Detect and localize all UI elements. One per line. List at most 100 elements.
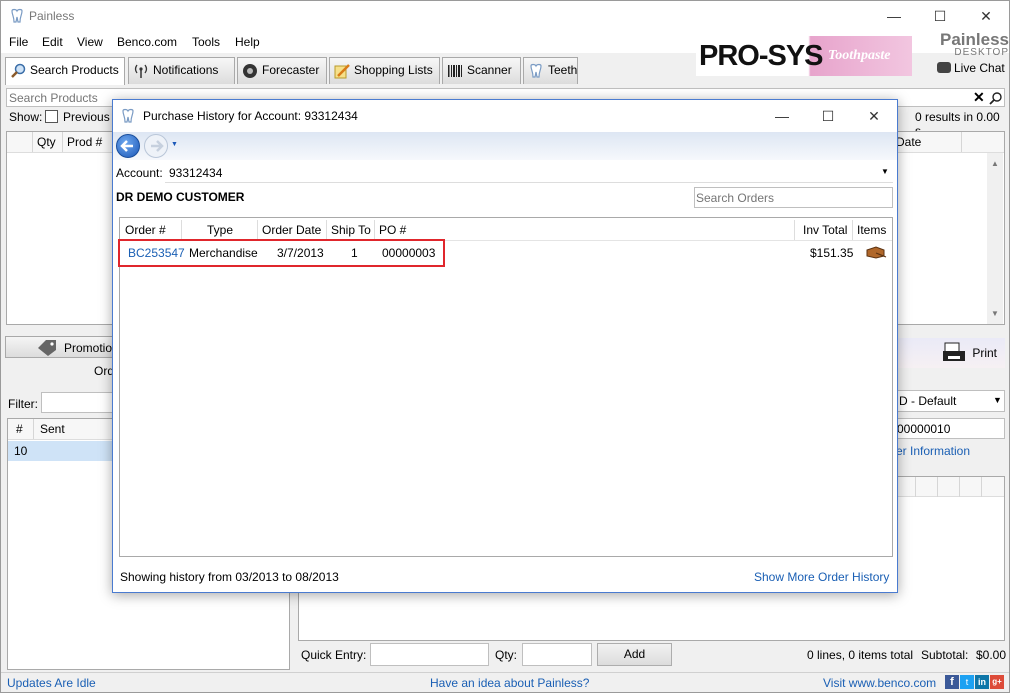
dialog-nav-bar: ▼ bbox=[113, 132, 897, 160]
tab-shopping-lists[interactable]: Shopping Lists bbox=[329, 57, 440, 84]
maximize-button[interactable]: ☐ bbox=[917, 1, 963, 31]
highlight-box bbox=[118, 239, 445, 267]
header-col bbox=[916, 477, 938, 497]
tag-icon bbox=[38, 340, 56, 356]
minimize-button[interactable]: — bbox=[871, 1, 917, 31]
pencil-list-icon bbox=[334, 64, 350, 79]
tab-promotions[interactable]: Promotio bbox=[5, 336, 125, 358]
qty-input[interactable] bbox=[522, 643, 592, 666]
header-col bbox=[938, 477, 960, 497]
menu-tools[interactable]: Tools bbox=[192, 35, 220, 49]
barcode-icon bbox=[448, 65, 462, 77]
tab-notifications[interactable]: Notifications bbox=[128, 57, 235, 84]
header-col bbox=[960, 477, 982, 497]
tooth-app-icon bbox=[11, 8, 23, 23]
header-ship-to[interactable]: Ship To bbox=[327, 220, 375, 240]
subtotal-label: Subtotal: bbox=[921, 648, 969, 662]
quick-entry-input[interactable] bbox=[370, 643, 489, 666]
tab-label: Forecaster bbox=[262, 63, 320, 77]
previous-checkbox[interactable] bbox=[45, 110, 58, 123]
dialog-maximize-button[interactable]: ☐ bbox=[805, 101, 851, 131]
header-po[interactable]: PO # bbox=[375, 220, 795, 240]
header-blank bbox=[7, 132, 33, 152]
row-num: 10 bbox=[14, 444, 28, 458]
menu-view[interactable]: View bbox=[77, 35, 103, 49]
search-orders-field[interactable] bbox=[694, 187, 893, 208]
qty-label: Qty: bbox=[495, 648, 518, 662]
header-inv-total[interactable]: Inv Total bbox=[795, 220, 853, 240]
products-scrollbar[interactable]: ▲ ▼ bbox=[987, 153, 1003, 324]
menu-edit[interactable]: Edit bbox=[42, 35, 63, 49]
account-value: 93312434 bbox=[169, 166, 223, 180]
dialog-title: Purchase History for Account: 93312434 bbox=[143, 109, 358, 123]
close-button[interactable]: ✕ bbox=[963, 1, 1009, 31]
account-select[interactable]: 93312434 ▼ bbox=[165, 161, 893, 183]
menu-file[interactable]: File bbox=[9, 35, 28, 49]
tab-label: Notifications bbox=[153, 63, 219, 77]
show-more-history-link[interactable]: Show More Order History bbox=[754, 570, 889, 584]
tab-teeth[interactable]: Teeth bbox=[523, 57, 578, 84]
logo-line2: DESKTOP bbox=[954, 47, 1009, 58]
header-num[interactable]: # bbox=[8, 419, 34, 439]
dialog-close-button[interactable]: ✕ bbox=[851, 101, 897, 131]
antenna-icon bbox=[134, 64, 148, 78]
show-label: Show: bbox=[9, 110, 43, 124]
idea-link[interactable]: Have an idea about Painless? bbox=[430, 676, 589, 690]
tab-label: Shopping Lists bbox=[354, 63, 433, 77]
header-date[interactable]: Date bbox=[892, 132, 962, 152]
box-icon[interactable] bbox=[864, 244, 888, 260]
tab-label: Search Products bbox=[30, 63, 119, 77]
app-title: Painless bbox=[29, 9, 75, 23]
back-button[interactable] bbox=[116, 134, 140, 158]
header-sent[interactable]: Sent bbox=[34, 419, 114, 439]
purchase-history-dialog: Purchase History for Account: 93312434 —… bbox=[112, 99, 898, 593]
order-type-select[interactable]: D - Default ▼ bbox=[894, 390, 1005, 412]
header-items[interactable]: Items bbox=[853, 220, 892, 240]
quick-entry-label: Quick Entry: bbox=[301, 648, 367, 662]
visit-benco-link[interactable]: Visit www.benco.com bbox=[823, 676, 936, 690]
menu-help[interactable]: Help bbox=[235, 35, 260, 49]
header-order-num[interactable]: Order # bbox=[120, 220, 182, 240]
search-orders-input[interactable] bbox=[696, 190, 886, 205]
forward-button[interactable] bbox=[144, 134, 168, 158]
tab-scanner[interactable]: Scanner bbox=[442, 57, 521, 84]
clear-icon[interactable]: ✕ bbox=[973, 89, 985, 106]
header-qty[interactable]: Qty bbox=[33, 132, 63, 152]
filter-input[interactable] bbox=[41, 392, 116, 413]
facebook-icon[interactable]: f bbox=[945, 675, 959, 689]
orders-label: Ord bbox=[94, 364, 115, 378]
ad-banner[interactable]: PRO-SYS Toothpaste bbox=[696, 36, 912, 76]
po-number-value: 00000010 bbox=[897, 422, 951, 436]
search-icon[interactable] bbox=[989, 91, 1003, 105]
menu-benco[interactable]: Benco.com bbox=[117, 35, 177, 49]
header-type[interactable]: Type bbox=[182, 220, 258, 240]
back-arrow-icon bbox=[120, 140, 133, 152]
lines-summary: 0 lines, 0 items total bbox=[807, 648, 914, 662]
po-number-field[interactable]: 00000010 bbox=[894, 418, 1005, 439]
scroll-down-icon[interactable]: ▼ bbox=[991, 309, 999, 318]
live-chat-link[interactable]: Live Chat bbox=[937, 61, 1005, 75]
banner-product: Toothpaste bbox=[828, 48, 891, 63]
subtotal-value: $0.00 bbox=[976, 648, 1007, 662]
inv-total: $151.35 bbox=[810, 246, 854, 260]
forecaster-icon bbox=[243, 64, 257, 78]
scroll-up-icon[interactable]: ▲ bbox=[991, 159, 999, 168]
linkedin-icon[interactable]: in bbox=[975, 675, 989, 689]
history-dropdown-icon[interactable]: ▼ bbox=[171, 141, 178, 148]
printer-icon bbox=[943, 342, 965, 361]
chevron-down-icon: ▼ bbox=[993, 395, 1002, 405]
dialog-minimize-button[interactable]: — bbox=[759, 101, 805, 131]
chat-icon bbox=[937, 62, 951, 73]
info-link[interactable]: er Information bbox=[896, 444, 970, 458]
twitter-icon[interactable]: t bbox=[960, 675, 974, 689]
lines-header bbox=[894, 477, 1004, 497]
tab-label: Scanner bbox=[467, 63, 512, 77]
header-order-date[interactable]: Order Date bbox=[258, 220, 327, 240]
logo-line1: Painless bbox=[940, 30, 1009, 49]
updates-status-link[interactable]: Updates Are Idle bbox=[7, 676, 96, 690]
tab-search-products[interactable]: Search Products bbox=[5, 57, 125, 85]
print-button[interactable]: Print bbox=[941, 341, 997, 365]
add-button[interactable]: Add bbox=[597, 643, 672, 666]
tab-forecaster[interactable]: Forecaster bbox=[237, 57, 327, 84]
google-plus-icon[interactable]: g+ bbox=[990, 675, 1004, 689]
